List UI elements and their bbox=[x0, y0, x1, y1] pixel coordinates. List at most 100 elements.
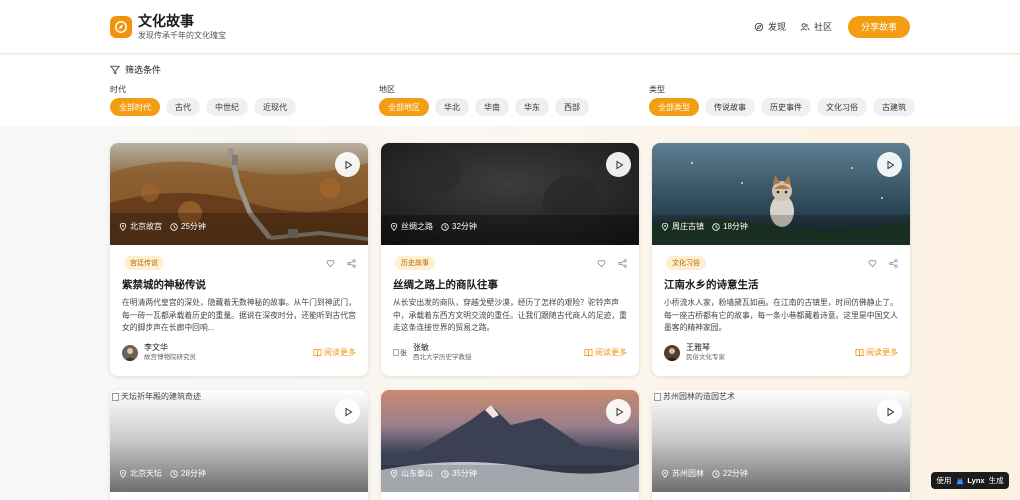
chip-medieval[interactable]: 中世纪 bbox=[206, 98, 248, 116]
heart-icon[interactable] bbox=[597, 259, 606, 268]
play-icon bbox=[887, 160, 894, 169]
badge-prefix: 使用 bbox=[936, 476, 952, 485]
read-more-link[interactable]: 阅读更多 bbox=[584, 347, 627, 358]
generated-by-badge[interactable]: 使用 Lynx 生成 bbox=[931, 472, 1009, 489]
play-icon bbox=[616, 407, 623, 416]
card-image: 山东泰山 35分钟 bbox=[381, 390, 639, 492]
story-card[interactable]: 山东泰山 35分钟 bbox=[381, 390, 639, 500]
broken-image-alt: 天坛祈年殿的建筑奇迹 bbox=[112, 391, 201, 402]
card-duration: 32分钟 bbox=[452, 222, 477, 231]
author-role: 西北大学历史学教授 bbox=[413, 354, 472, 361]
card-title[interactable]: 丝绸之路上的商队往事 bbox=[393, 277, 627, 291]
location-pin-icon bbox=[661, 222, 669, 231]
share-story-button[interactable]: 分享故事 bbox=[847, 15, 910, 38]
read-more-label: 阅读更多 bbox=[866, 348, 898, 357]
top-nav: 发现 社区 分享故事 bbox=[740, 15, 910, 38]
card-image: 苏州园林的造园艺术 苏州园林 22分钟 bbox=[652, 390, 910, 492]
filter-heading-label: 筛选条件 bbox=[125, 65, 162, 75]
chip-ancient[interactable]: 古代 bbox=[166, 98, 200, 116]
chip-all-types[interactable]: 全部类型 bbox=[649, 98, 699, 116]
chip-all-eras[interactable]: 全部时代 bbox=[110, 98, 160, 116]
nav-community[interactable]: 社区 bbox=[800, 20, 832, 33]
play-button[interactable] bbox=[335, 399, 360, 424]
image-meta: 北京故宫 25分钟 bbox=[119, 221, 206, 232]
card-duration: 35分钟 bbox=[452, 469, 477, 478]
story-card[interactable]: 北京故宫 25分钟 宫廷传说 紫禁城的神秘传说 在明清两代皇宫的深处，隐藏着无数… bbox=[110, 143, 368, 376]
story-card[interactable]: 天坛祈年殿的建筑奇迹 北京天坛 28分钟 bbox=[110, 390, 368, 500]
card-location: 北京故宫 bbox=[130, 222, 162, 231]
badge-suffix: 生成 bbox=[988, 476, 1004, 485]
chip-all-regions[interactable]: 全部地区 bbox=[379, 98, 429, 116]
play-button[interactable] bbox=[606, 152, 631, 177]
chip-south[interactable]: 华南 bbox=[475, 98, 509, 116]
nav-community-label: 社区 bbox=[813, 22, 832, 32]
play-button[interactable] bbox=[335, 152, 360, 177]
filter-group-label: 时代 bbox=[110, 85, 126, 94]
card-duration: 25分钟 bbox=[181, 222, 206, 231]
read-more-link[interactable]: 阅读更多 bbox=[313, 347, 356, 358]
chip-history[interactable]: 历史事件 bbox=[761, 98, 811, 116]
clock-icon bbox=[441, 222, 449, 231]
nav-discover[interactable]: 发现 bbox=[754, 20, 786, 33]
category-tag: 宫廷传说 bbox=[124, 256, 164, 270]
clock-icon bbox=[441, 469, 449, 478]
nav-discover-label: 发现 bbox=[767, 22, 786, 32]
brand-subtitle: 发现传承千年的文化瑰宝 bbox=[138, 30, 226, 40]
book-open-icon bbox=[313, 349, 322, 357]
location-pin-icon bbox=[119, 222, 127, 231]
card-description: 从长安出发的商队，穿越戈壁沙漠，经历了怎样的艰险？驼铃声声中，承载着东西方文明交… bbox=[393, 298, 627, 332]
read-more-link[interactable]: 阅读更多 bbox=[855, 347, 898, 358]
badge-name: Lynx bbox=[967, 476, 985, 485]
card-description: 小桥流水人家，粉墙黛瓦如画。在江南的古镇里，时间仿佛静止了。每一座古桥都有它的故… bbox=[664, 298, 898, 332]
users-icon bbox=[800, 22, 810, 31]
filter-icon bbox=[110, 65, 120, 74]
card-image: 丝绸之路 32分钟 bbox=[381, 143, 639, 245]
location-pin-icon bbox=[661, 469, 669, 478]
chip-customs[interactable]: 文化习俗 bbox=[817, 98, 867, 116]
avatar bbox=[664, 344, 680, 361]
share-icon[interactable] bbox=[618, 258, 627, 268]
image-meta: 北京天坛 28分钟 bbox=[119, 468, 206, 479]
card-image: 周庄古镇 18分钟 bbox=[652, 143, 910, 245]
chip-architecture[interactable]: 古建筑 bbox=[873, 98, 915, 116]
chip-east[interactable]: 华东 bbox=[515, 98, 549, 116]
author-role: 民俗文化专家 bbox=[686, 354, 725, 361]
play-button[interactable] bbox=[877, 399, 902, 424]
card-duration: 28分钟 bbox=[181, 469, 206, 478]
card-title[interactable]: 紫禁城的神秘传说 bbox=[122, 277, 356, 291]
clock-icon bbox=[712, 222, 720, 231]
card-duration: 22分钟 bbox=[723, 469, 748, 478]
author-name: 李文华 bbox=[144, 343, 168, 352]
play-icon bbox=[345, 160, 352, 169]
play-button[interactable] bbox=[877, 152, 902, 177]
read-more-label: 阅读更多 bbox=[595, 348, 627, 357]
chip-north[interactable]: 华北 bbox=[435, 98, 469, 116]
book-open-icon bbox=[855, 349, 864, 357]
clock-icon bbox=[712, 469, 720, 478]
story-card[interactable]: 周庄古镇 18分钟 文化习俗 江南水乡的诗意生活 小桥流水人家，粉墙黛瓦如画。在… bbox=[652, 143, 910, 376]
share-icon[interactable] bbox=[889, 258, 898, 268]
share-icon[interactable] bbox=[347, 258, 356, 268]
story-card[interactable]: 丝绸之路 32分钟 历史故事 丝绸之路上的商队往事 从长安出发的商队，穿越戈壁沙… bbox=[381, 143, 639, 376]
chip-modern[interactable]: 近现代 bbox=[254, 98, 296, 116]
brand: 文化故事 发现传承千年的文化瑰宝 bbox=[138, 13, 226, 41]
card-image: 北京故宫 25分钟 bbox=[110, 143, 368, 245]
read-more-label: 阅读更多 bbox=[324, 348, 356, 357]
card-title[interactable]: 江南水乡的诗意生活 bbox=[664, 277, 898, 291]
story-card[interactable]: 苏州园林的造园艺术 苏州园林 22分钟 bbox=[652, 390, 910, 500]
compass-logo-icon[interactable] bbox=[110, 15, 132, 38]
card-image: 天坛祈年殿的建筑奇迹 北京天坛 28分钟 bbox=[110, 390, 368, 492]
card-location: 周庄古镇 bbox=[672, 222, 704, 231]
image-alt-text: 苏州园林的造园艺术 bbox=[663, 392, 735, 401]
author-name: 王雅琴 bbox=[686, 343, 710, 352]
heart-icon[interactable] bbox=[868, 259, 877, 268]
card-location: 苏州园林 bbox=[672, 469, 704, 478]
clock-icon bbox=[170, 469, 178, 478]
play-button[interactable] bbox=[606, 399, 631, 424]
image-alt-text: 天坛祈年殿的建筑奇迹 bbox=[121, 392, 201, 401]
filter-group-label: 类型 bbox=[649, 85, 665, 94]
chip-legends[interactable]: 传说故事 bbox=[705, 98, 755, 116]
heart-icon[interactable] bbox=[326, 259, 335, 268]
chip-west[interactable]: 西部 bbox=[555, 98, 589, 116]
filter-panel: 筛选条件 时代 全部时代 古代 中世纪 近现代 地区 全部地区 华北 华南 华东… bbox=[0, 55, 1020, 126]
